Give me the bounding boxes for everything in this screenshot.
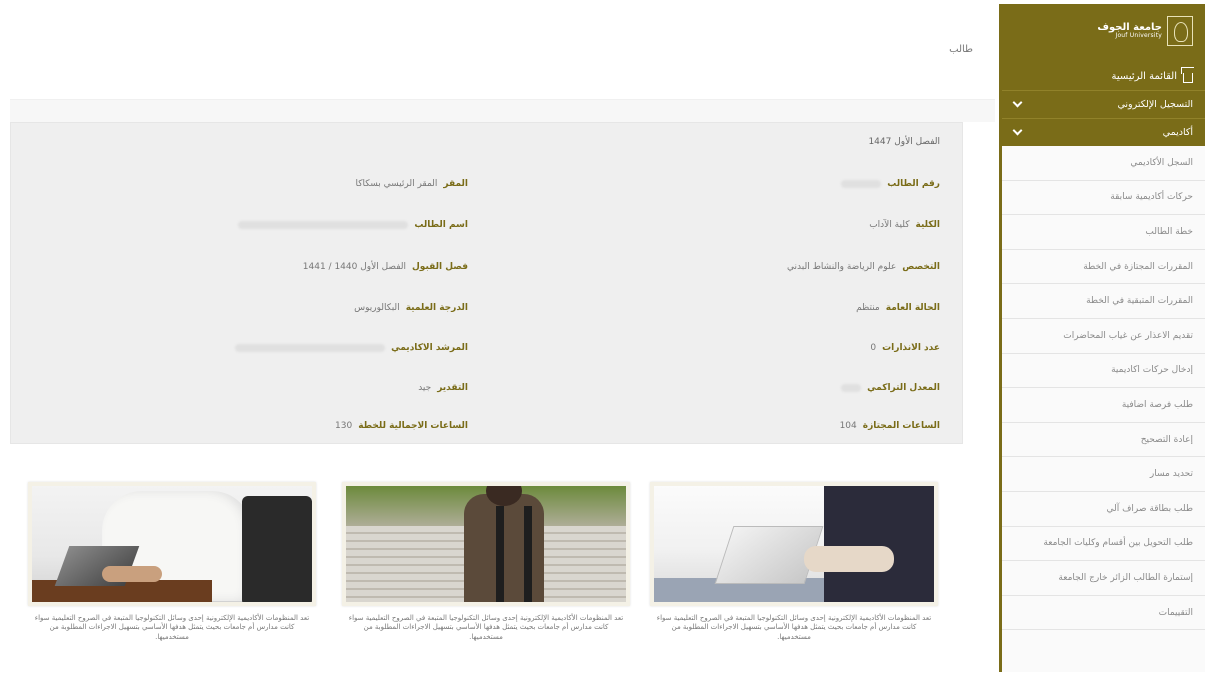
passed-hours-value: 104 bbox=[839, 421, 857, 431]
logo-english-text: Jouf University bbox=[1115, 32, 1162, 40]
sidebar-item-remaining-courses[interactable]: المقررات المتبقية في الخطة bbox=[1002, 284, 1205, 319]
info-card-3: تعد المنظومات الأكاديمية الإلكترونية إحد… bbox=[28, 482, 316, 642]
warnings-value: 0 bbox=[870, 343, 877, 353]
field-admission: فصل القبول الفصل الأول 1440 / 1441 bbox=[303, 262, 468, 272]
sidebar-academic-items: السجل الأكاديمي حركات أكاديمية سابقة خطة… bbox=[1002, 146, 1205, 631]
card-photo-laptop-thobe bbox=[28, 482, 316, 606]
term-label: الفصل الأول 1447 bbox=[868, 137, 940, 147]
sidebar-item-academic-record[interactable]: السجل الأكاديمي bbox=[1002, 146, 1205, 181]
field-student-name: اسم الطالب bbox=[238, 220, 468, 230]
field-gpa: المعدل التراكمي bbox=[841, 383, 940, 393]
sidebar-header: جامعة الجوف Jouf University القائمة الرئ… bbox=[1002, 4, 1205, 90]
sidebar-item-previous-transactions[interactable]: حركات أكاديمية سابقة bbox=[1002, 181, 1205, 216]
student-no-label: رقم الطالب bbox=[887, 179, 940, 189]
admission-label: فصل القبول bbox=[412, 262, 468, 272]
gpa-value-redacted bbox=[841, 384, 862, 392]
student-no-value-redacted bbox=[841, 180, 882, 188]
home-menu-link[interactable]: القائمة الرئيسية bbox=[1112, 70, 1193, 83]
card-caption: تعد المنظومات الأكاديمية الإلكترونية إحد… bbox=[348, 614, 624, 641]
degree-label: الدرجة العلمية bbox=[405, 303, 468, 313]
sidebar: جامعة الجوف Jouf University القائمة الرئ… bbox=[999, 4, 1205, 672]
home-icon bbox=[1183, 73, 1193, 83]
card-photo-laptop bbox=[650, 482, 938, 606]
info-card-1: تعد المنظومات الأكاديمية الإلكترونية إحد… bbox=[650, 482, 938, 642]
section-label: أكاديمي bbox=[1162, 127, 1193, 138]
field-campus: المقر المقر الرئيسي بسكاكا bbox=[356, 179, 469, 189]
field-status: الحالة العامة منتظم bbox=[856, 303, 940, 313]
grade-label: التقدير bbox=[437, 383, 468, 393]
card-caption: تعد المنظومات الأكاديمية الإلكترونية إحد… bbox=[34, 614, 310, 641]
college-label: الكلية bbox=[915, 220, 940, 230]
breadcrumb[interactable]: طالب bbox=[949, 44, 973, 55]
student-info-panel: الفصل الأول 1447 رقم الطالب الكلية كلية … bbox=[10, 122, 963, 444]
sidebar-item-evaluations[interactable]: التقييمات bbox=[1002, 596, 1205, 631]
student-name-label: اسم الطالب bbox=[414, 220, 468, 230]
chevron-down-icon bbox=[1012, 97, 1023, 108]
chevron-down-icon bbox=[1012, 125, 1023, 136]
advisor-value-redacted bbox=[235, 344, 386, 352]
major-label: التخصص bbox=[902, 262, 940, 272]
admission-value: الفصل الأول 1440 / 1441 bbox=[302, 262, 406, 272]
field-warnings: عدد الانذارات 0 bbox=[870, 343, 940, 353]
card-caption: تعد المنظومات الأكاديمية الإلكترونية إحد… bbox=[656, 614, 932, 641]
warnings-label: عدد الانذارات bbox=[882, 343, 940, 353]
field-passed-hours: الساعات المجتازة 104 bbox=[840, 421, 940, 431]
campus-label: المقر bbox=[443, 179, 468, 189]
field-student-no: رقم الطالب bbox=[841, 179, 940, 189]
sidebar-item-enter-transactions[interactable]: إدخال حركات اكاديمية bbox=[1002, 354, 1205, 389]
section-label: التسجيل الإلكتروني bbox=[1117, 99, 1193, 110]
field-degree: الدرجة العلمية البكالوريوس bbox=[354, 303, 468, 313]
gpa-label: المعدل التراكمي bbox=[867, 383, 940, 393]
total-hours-value: 130 bbox=[335, 421, 353, 431]
sidebar-item-transfer-request[interactable]: طلب التحويل بين أقسام وكليات الجامعة bbox=[1002, 527, 1205, 562]
sidebar-item-visiting-student[interactable]: إستمارة الطالب الزائر خارج الجامعة bbox=[1002, 561, 1205, 596]
major-value: علوم الرياضة والنشاط البدني bbox=[787, 262, 897, 272]
field-advisor: المرشد الاكاديمي bbox=[235, 343, 468, 353]
sidebar-item-regrade[interactable]: إعادة التصحيح bbox=[1002, 423, 1205, 458]
field-grade: التقدير جيد bbox=[418, 383, 468, 393]
field-college: الكلية كلية الآداب bbox=[869, 220, 940, 230]
sidebar-item-select-track[interactable]: تحديد مسار bbox=[1002, 457, 1205, 492]
passed-hours-label: الساعات المجتازة bbox=[862, 421, 940, 431]
field-major: التخصص علوم الرياضة والنشاط البدني bbox=[787, 262, 940, 272]
sidebar-item-passed-courses[interactable]: المقررات المجتازة في الخطة bbox=[1002, 250, 1205, 285]
student-name-value-redacted bbox=[238, 221, 409, 229]
sidebar-item-atm-card[interactable]: طلب بطاقة صراف آلي bbox=[1002, 492, 1205, 527]
info-card-2: تعد المنظومات الأكاديمية الإلكترونية إحد… bbox=[342, 482, 630, 642]
total-hours-label: الساعات الاجمالية للخطة bbox=[358, 421, 468, 431]
status-value: منتظم bbox=[856, 303, 880, 313]
status-label: الحالة العامة bbox=[885, 303, 940, 313]
logo-emblem-icon bbox=[1167, 16, 1193, 46]
campus-value: المقر الرئيسي بسكاكا bbox=[355, 179, 438, 189]
sidebar-item-student-plan[interactable]: خطة الطالب bbox=[1002, 215, 1205, 250]
sidebar-item-extra-chance[interactable]: طلب فرصة اضافية bbox=[1002, 388, 1205, 423]
sidebar-item-absence-excuses[interactable]: تقديم الاعذار عن غياب المحاضرات bbox=[1002, 319, 1205, 354]
degree-value: البكالوريوس bbox=[354, 303, 400, 313]
university-logo[interactable]: جامعة الجوف Jouf University bbox=[1097, 16, 1193, 46]
grade-value: جيد bbox=[418, 383, 432, 393]
college-value: كلية الآداب bbox=[869, 220, 910, 230]
card-photo-student-stairs bbox=[342, 482, 630, 606]
advisor-label: المرشد الاكاديمي bbox=[391, 343, 468, 353]
sidebar-section-academic[interactable]: أكاديمي bbox=[1002, 118, 1205, 146]
field-total-hours: الساعات الاجمالية للخطة 130 bbox=[335, 421, 468, 431]
top-bar: طالب bbox=[10, 4, 995, 100]
sub-band bbox=[10, 100, 995, 122]
sidebar-section-e-registration[interactable]: التسجيل الإلكتروني bbox=[1002, 90, 1205, 118]
home-menu-label: القائمة الرئيسية bbox=[1111, 71, 1177, 82]
